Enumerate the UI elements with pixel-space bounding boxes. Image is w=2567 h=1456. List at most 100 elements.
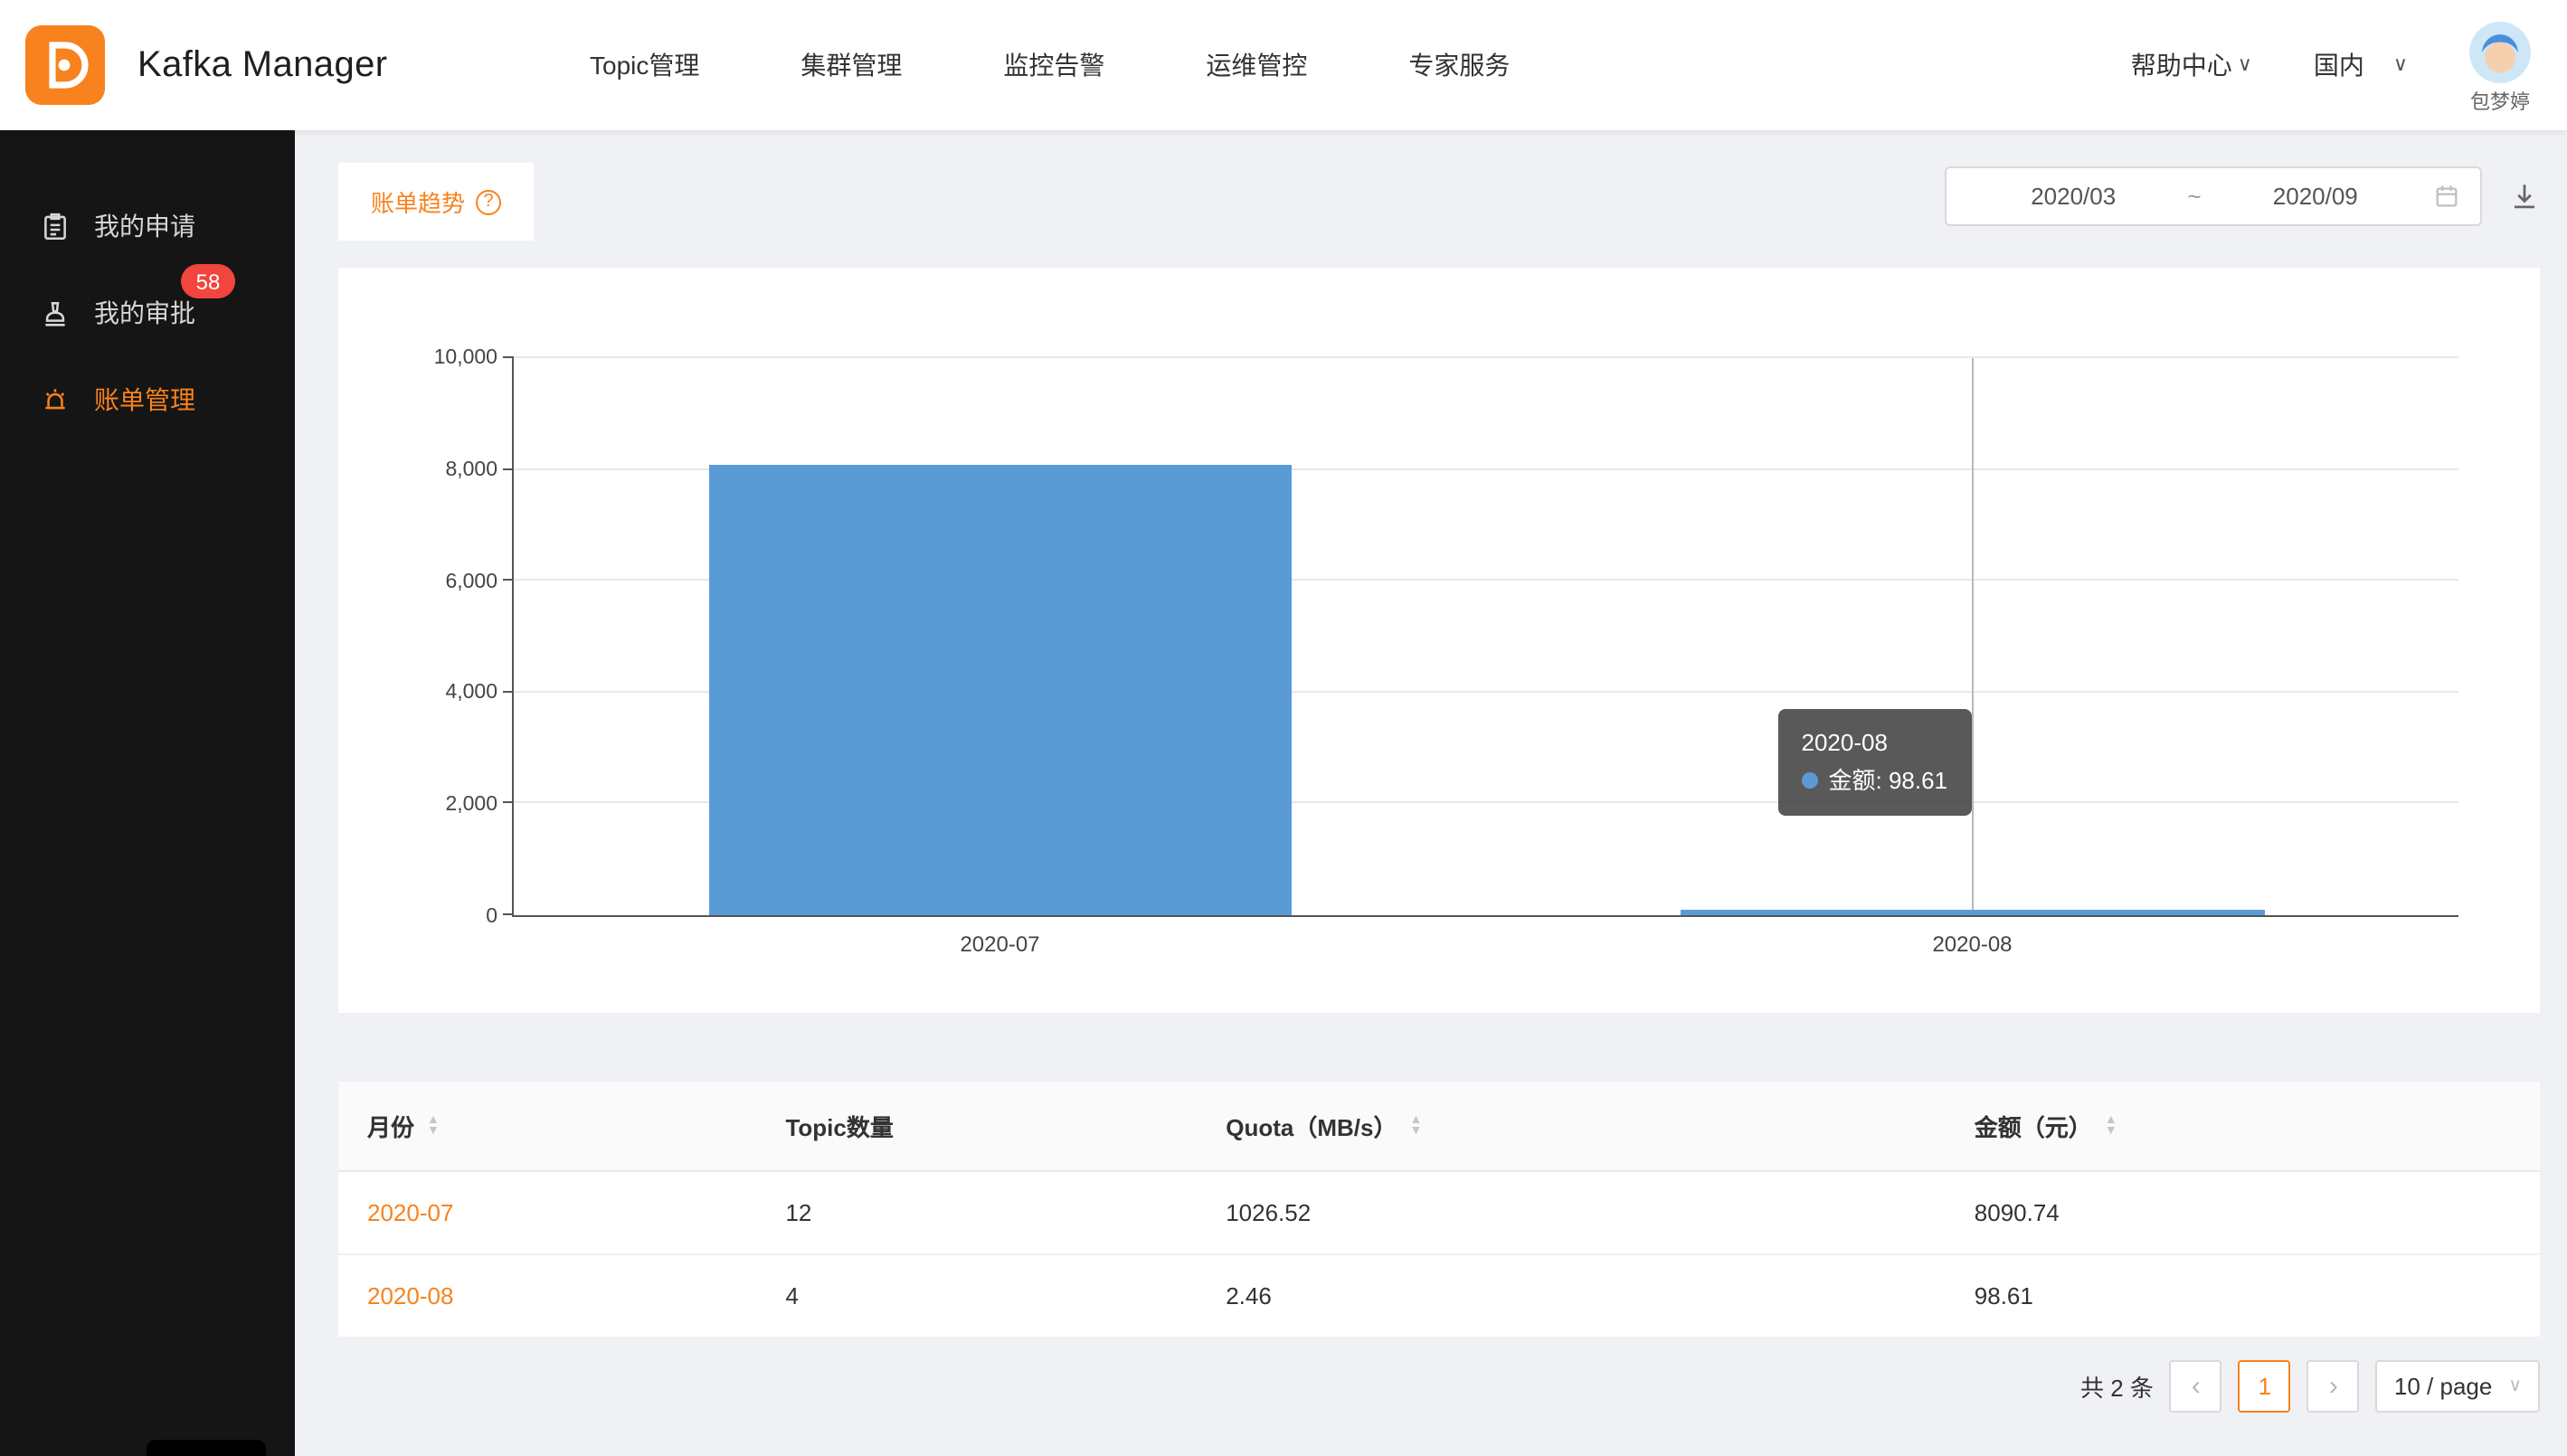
y-tick-label: 6,000: [445, 571, 497, 592]
sort-icon[interactable]: ▲▼: [2105, 1116, 2117, 1136]
sidebar-item-label: 我的审批: [94, 295, 195, 331]
table-cell: 12: [756, 1171, 1197, 1254]
sidebar-item-label: 账单管理: [94, 382, 195, 418]
help-center-link[interactable]: 帮助中心: [2131, 47, 2252, 83]
alarm-icon: [40, 384, 71, 415]
date-start-input[interactable]: 2020/03: [1966, 183, 2180, 210]
column-header-3[interactable]: Quota（MB/s） ▲▼: [1197, 1082, 1946, 1171]
sort-icon[interactable]: ▲▼: [427, 1116, 440, 1136]
help-circle-icon: [476, 189, 501, 214]
table-cell: 1026.52: [1197, 1171, 1946, 1254]
column-header-2: Topic数量: [756, 1082, 1197, 1171]
table-header-row: 月份 ▲▼ Topic数量 Quota（MB/s） ▲▼ 金额（元） ▲▼: [338, 1082, 2540, 1171]
date-end-input[interactable]: 2020/09: [2209, 183, 2422, 210]
region-select[interactable]: 国内: [2314, 47, 2408, 83]
y-axis-labels: 02,0004,0006,0008,00010,000: [338, 358, 497, 917]
chevron-left-icon: [2192, 1371, 2201, 1402]
table-row-2: 2020-08 42.4698.61: [338, 1254, 2540, 1337]
nav-item-1[interactable]: Topic管理: [590, 47, 699, 83]
clipboard-icon: [40, 211, 71, 241]
nav-item-2[interactable]: 集群管理: [800, 47, 902, 83]
x-tick-label: 2020-07: [960, 931, 1039, 957]
series-dot-icon: [1802, 773, 1818, 789]
top-header: Kafka Manager Topic管理 集群管理 监控告警 运维管控 专家服务 帮助…: [0, 0, 2567, 130]
page-1-button[interactable]: 1: [2239, 1360, 2291, 1413]
y-tick-label: 8,000: [445, 459, 497, 481]
sidebar-item-bill-management[interactable]: 账单管理: [0, 356, 295, 443]
axis-tick: [503, 913, 514, 915]
bill-trend-chart: 0 2,000 4,000 6,000 8,000 10,000 2020-08 金额: …: [338, 268, 2540, 1013]
table-cell: 8090.74: [1946, 1171, 2540, 1254]
main-content: 账单趋势 2020/03 ~ 2020/09: [295, 130, 2567, 1456]
chevron-down-icon: [2508, 1377, 2522, 1395]
nav-item-3[interactable]: 监控告警: [1003, 47, 1104, 83]
axis-tick: [503, 579, 514, 581]
total-count: 共 2 条: [2080, 1369, 2154, 1404]
bar-2020-07[interactable]: [708, 465, 1292, 915]
gridline: [514, 356, 2458, 358]
download-icon[interactable]: [2509, 181, 2540, 212]
date-range-picker[interactable]: 2020/03 ~ 2020/09: [1945, 166, 2482, 226]
table-body: 2020-07 121026.528090.74 2020-08 42.4698.61: [338, 1171, 2540, 1337]
bill-table-element: 月份 ▲▼ Topic数量 Quota（MB/s） ▲▼ 金额（元） ▲▼ 2020-07 1…: [338, 1082, 2540, 1337]
column-label: 金额（元）: [1975, 1109, 2092, 1143]
table-cell: 2020-07: [338, 1171, 756, 1254]
y-tick-label: 10,000: [434, 347, 497, 369]
table-cell: 2.46: [1197, 1254, 1946, 1337]
axis-tick: [503, 691, 514, 693]
axis-tick: [503, 356, 514, 358]
y-tick-label: 2,000: [445, 794, 497, 816]
tab-bill-trend[interactable]: 账单趋势: [338, 163, 534, 241]
sidebar-item-my-applications[interactable]: 我的申请: [0, 183, 295, 269]
app-logo[interactable]: [25, 25, 105, 105]
y-tick-label: 4,000: [445, 683, 497, 704]
date-separator: ~: [2180, 183, 2208, 210]
sidebar-item-label: 我的申请: [94, 208, 195, 244]
column-header-1[interactable]: 月份 ▲▼: [338, 1082, 756, 1171]
header-right: 帮助中心 国内 包梦婷: [2131, 0, 2531, 130]
user-name: 包梦婷: [2470, 86, 2530, 115]
main-nav: Topic管理 集群管理 监控告警 运维管控 专家服务: [590, 0, 1510, 130]
table-cell: 98.61: [1946, 1254, 2540, 1337]
nav-item-4[interactable]: 运维管控: [1206, 47, 1307, 83]
sidebar-item-my-approvals[interactable]: 我的审批 58: [0, 269, 295, 356]
plot-area: 2020-08 金额: 98.61 2020-072020-08: [512, 358, 2458, 917]
table-cell: 2020-08: [338, 1254, 756, 1337]
nav-item-5[interactable]: 专家服务: [1408, 47, 1510, 83]
tooltip-text: 金额: 98.61: [1829, 768, 1948, 795]
pagination: 共 2 条 1 10 / page: [338, 1360, 2540, 1413]
bar-2020-08[interactable]: [1681, 910, 2264, 915]
table-cell: 4: [756, 1254, 1197, 1337]
approval-count-badge: 58: [181, 264, 235, 298]
calendar-icon: [2433, 183, 2460, 210]
column-label: 月份: [367, 1109, 414, 1143]
chevron-down-icon: [2393, 55, 2408, 75]
page-size-label: 10 / page: [2394, 1373, 2492, 1400]
chevron-down-icon: [2238, 55, 2252, 75]
page-size-select[interactable]: 10 / page: [2376, 1360, 2540, 1413]
region-label: 国内: [2314, 47, 2364, 83]
y-tick-label: 0: [486, 906, 497, 928]
sort-icon[interactable]: ▲▼: [1409, 1116, 1422, 1136]
month-link[interactable]: 2020-07: [367, 1199, 453, 1226]
column-label: Quota（MB/s）: [1226, 1109, 1397, 1143]
app-root: Kafka Manager Topic管理 集群管理 监控告警 运维管控 专家服务 帮助…: [0, 0, 2567, 1456]
column-label: Topic数量: [785, 1109, 893, 1143]
user-menu[interactable]: 包梦婷: [2469, 21, 2531, 115]
avatar: [2469, 21, 2531, 82]
axis-tick: [503, 468, 514, 469]
toolbar: 账单趋势 2020/03 ~ 2020/09: [338, 163, 2540, 241]
table-row-1: 2020-07 121026.528090.74: [338, 1171, 2540, 1254]
prev-page-button[interactable]: [2170, 1360, 2222, 1413]
month-link[interactable]: 2020-08: [367, 1282, 453, 1309]
toolbar-right: 2020/03 ~ 2020/09: [1945, 166, 2540, 226]
column-header-4[interactable]: 金额（元） ▲▼: [1946, 1082, 2540, 1171]
tooltip-row: 金额: 98.61: [1802, 762, 1948, 801]
app-title: Kafka Manager: [137, 0, 388, 130]
tooltip-title: 2020-08: [1802, 723, 1948, 762]
chart-tooltip: 2020-08 金额: 98.61: [1778, 709, 1972, 816]
tab-label: 账单趋势: [371, 184, 465, 219]
chevron-right-icon: [2329, 1371, 2338, 1402]
crosshair-line: [1973, 358, 1975, 915]
next-page-button[interactable]: [2307, 1360, 2360, 1413]
